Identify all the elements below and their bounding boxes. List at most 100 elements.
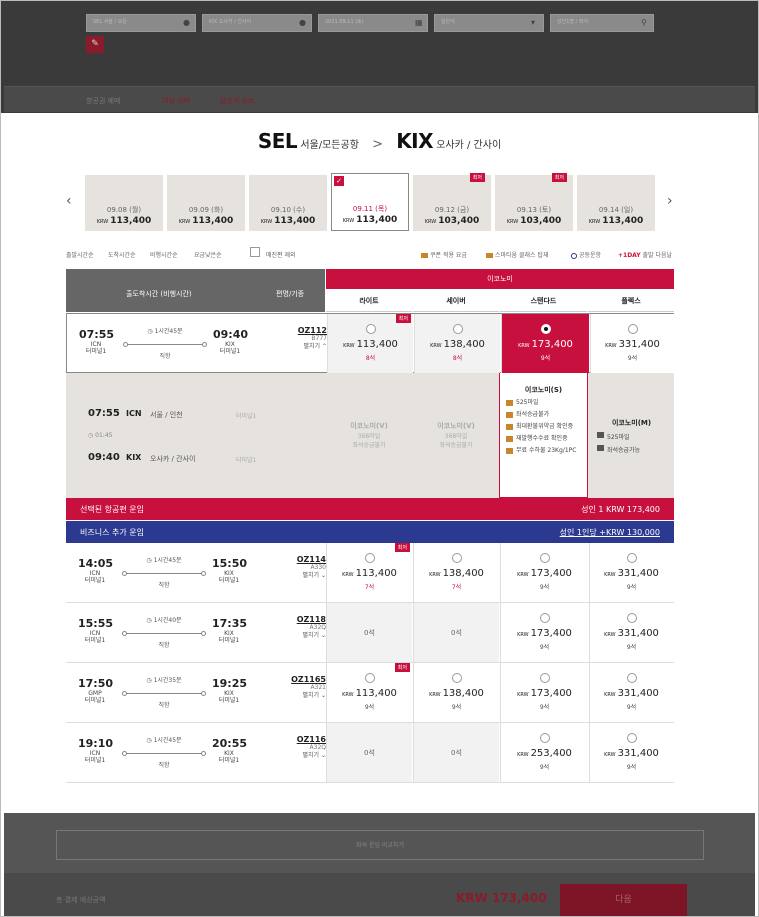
exclude-soldout-label: 매진편 제외: [266, 252, 296, 259]
flight-row-selected[interactable]: 07:55 ICN 터미널1 ◷ 1시간45분 직항 09:40 KIX 터미널1 OZ1…: [66, 313, 674, 373]
date-card[interactable]: 09.14 (일) KRW 113,400: [577, 175, 655, 231]
fare-cell[interactable]: KRW 173,400 9석: [500, 663, 588, 722]
destination-field[interactable]: KIX 오사카 / 간사이 ●: [202, 14, 312, 32]
expand-toggle[interactable]: 펼치기 ⌄: [271, 572, 327, 580]
expand-toggle[interactable]: 펼치기 ⌄: [271, 692, 327, 700]
flight-row[interactable]: 19:10 ICN 터미널1 ◷ 1시간45분 직항 20:55 KIX 터미널1 OZ116 A…: [66, 723, 674, 783]
date-card[interactable]: 09.09 (화) KRW 113,400: [167, 175, 245, 231]
fare-cell[interactable]: KRW 331,400 9석: [589, 723, 673, 782]
fare-currency: KRW: [604, 752, 616, 758]
clock-icon: ◷: [146, 737, 154, 744]
fare-radio[interactable]: [364, 553, 375, 563]
destination-name: 오사카 / 간사이: [436, 140, 502, 151]
fare-price: KRW 331,400: [591, 339, 674, 350]
sort-fare[interactable]: 요금낮은순: [194, 250, 222, 259]
fare-radio[interactable]: [627, 324, 638, 334]
fare-radio[interactable]: [626, 733, 637, 743]
flight-number-link[interactable]: OZ112: [298, 326, 327, 335]
flight-row[interactable]: 14:05 ICN 터미널1 ◷ 1시간45분 직항 15:50 KIX 터미널1 OZ114 A…: [66, 543, 674, 603]
compare-button[interactable]: 좌석 운임 비교하기: [56, 830, 704, 860]
fare-cell[interactable]: KRW 173,400 9석: [500, 543, 588, 602]
flight-info: OZ1165 A321 펼치기 ⌄: [271, 675, 326, 700]
flight-number-link[interactable]: OZ1165: [291, 675, 326, 684]
search-icon: ⚲: [641, 18, 647, 27]
origin-field[interactable]: SEL 서울 / 모든 ●: [86, 14, 196, 32]
expand-toggle[interactable]: 펼치기 ⌃: [272, 343, 327, 351]
stop-text: 직항: [158, 642, 170, 649]
fare-price: KRW 173,400: [501, 688, 588, 699]
fare-cell[interactable]: 최저 KRW 113,400 7석: [326, 543, 412, 602]
dep-block: 19:10 ICN 터미널1: [78, 737, 113, 764]
business-value[interactable]: 성인 1인당 +KRW 130,000: [560, 527, 660, 538]
fare-radio[interactable]: [539, 673, 550, 683]
sold-out-seats: 0석: [451, 629, 462, 637]
fare-radio[interactable]: [626, 673, 637, 683]
flight-number-link[interactable]: OZ118: [297, 615, 326, 624]
fare-cell-standard-selected[interactable]: KRW 173,400 9석: [501, 314, 589, 373]
route-title: SEL 서울/모든공항 > KIX 오사카 / 간사이: [4, 129, 755, 153]
fare-cell[interactable]: KRW 138,400 7석: [413, 543, 499, 602]
date-label: 09.10 (수): [270, 206, 306, 214]
class-field[interactable]: 일반석 ▾: [434, 14, 544, 32]
fare-price: KRW 113,400: [328, 339, 413, 350]
fare-radio[interactable]: [451, 673, 462, 683]
date-currency: KRW: [96, 219, 109, 225]
date-field[interactable]: 2021.09.11 (토) ▦: [318, 14, 428, 32]
date-card[interactable]: 09.10 (수) KRW 113,400: [249, 175, 327, 231]
fare-amount: 253,400: [530, 748, 572, 759]
flight-row[interactable]: 17:50 GMP 터미널1 ◷ 1시간35분 직항 19:25 KIX 터미널1 OZ1165…: [66, 663, 674, 723]
date-card[interactable]: 09.08 (월) KRW 113,400: [85, 175, 163, 231]
next-label: 다음: [615, 895, 632, 905]
fare-cell: 0석: [413, 603, 499, 662]
expand-toggle[interactable]: 펼치기 ⌄: [271, 632, 327, 640]
fare-cell[interactable]: KRW 331,400 9석: [589, 603, 673, 662]
fare-cell[interactable]: KRW 331,400 9석: [589, 663, 673, 722]
exclude-soldout-checkbox[interactable]: [250, 247, 260, 257]
fare-cell[interactable]: KRW 331,400 9석: [589, 543, 673, 602]
fare-cell[interactable]: 최저 KRW 113,400 9석: [326, 663, 412, 722]
duration-text: 1시간45분: [153, 737, 182, 744]
edit-search-button[interactable]: ✎: [86, 36, 104, 53]
date-card[interactable]: ✓ 09.11 (목) KRW 113,400: [331, 173, 409, 231]
fare-amount: 113,400: [355, 568, 397, 579]
business-upsell-bar[interactable]: 비즈니스 추가 운임 성인 1인당 +KRW 130,000: [66, 521, 674, 543]
date-currency: KRW: [260, 219, 273, 225]
mileage-icon: [506, 400, 513, 406]
fare-cell-light[interactable]: 최저 KRW 113,400 8석: [327, 314, 413, 373]
flight-row[interactable]: 15:55 ICN 터미널1 ◷ 1시간40분 직항 17:35 KIX 터미널1 OZ118 A…: [66, 603, 674, 663]
flight-number-link[interactable]: OZ116: [297, 735, 326, 744]
fare-currency: KRW: [343, 343, 355, 349]
fare-radio[interactable]: [452, 324, 463, 334]
fare-radio[interactable]: [539, 553, 550, 563]
fare-radio[interactable]: [364, 673, 375, 683]
fare-radio[interactable]: [539, 613, 550, 623]
location-icon: ●: [299, 18, 306, 27]
fare-cell[interactable]: KRW 138,400 9석: [413, 663, 499, 722]
fare-radio[interactable]: [539, 733, 550, 743]
fare-amount: 173,400: [531, 339, 573, 350]
date-card[interactable]: 최저 09.12 (금) KRW 103,400: [413, 173, 491, 231]
date-amount: 113,400: [356, 215, 398, 225]
flight-number-link[interactable]: OZ114: [297, 555, 326, 564]
expand-toggle[interactable]: 펼치기 ⌄: [271, 752, 327, 760]
sort-duration[interactable]: 비행시간순: [150, 250, 178, 259]
fare-radio[interactable]: [626, 553, 637, 563]
fare-cell-flex[interactable]: KRW 331,400 9석: [590, 314, 674, 373]
fare-cell-saver[interactable]: KRW 138,400 8석: [414, 314, 500, 373]
fare-radio-checked[interactable]: [540, 324, 551, 334]
date-price: KRW 103,400: [413, 216, 491, 226]
sort-arrival[interactable]: 도착시간순: [108, 250, 136, 259]
fare-amount: 331,400: [617, 688, 659, 699]
flight-info: OZ116 A32Q 펼치기 ⌄: [271, 735, 326, 760]
fare-radio[interactable]: [365, 324, 376, 334]
fare-radio[interactable]: [451, 553, 462, 563]
fare-cell[interactable]: KRW 253,400 9석: [500, 723, 588, 782]
next-button[interactable]: 다음: [560, 884, 687, 917]
table-header-left: 출도착시간 (비행시간) 편명/기종: [66, 269, 325, 312]
passenger-field[interactable]: 성인1명 / 좌석 ⚲: [550, 14, 654, 32]
detail-dep-terminal: 터미널1: [236, 413, 257, 420]
date-card[interactable]: 최저 09.13 (토) KRW 103,400: [495, 173, 573, 231]
fare-radio[interactable]: [626, 613, 637, 623]
fare-cell[interactable]: KRW 173,400 9석: [500, 603, 588, 662]
sort-departure[interactable]: 출발시간순: [66, 250, 94, 259]
